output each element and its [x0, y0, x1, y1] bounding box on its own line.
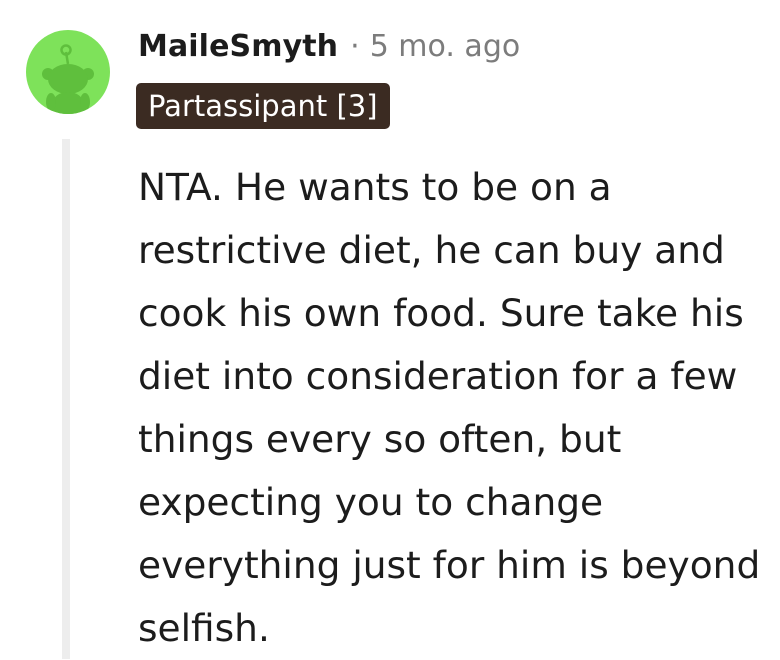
user-flair-badge: Partassipant [3] [136, 83, 390, 129]
reddit-snoo-icon [42, 44, 94, 114]
thread-line[interactable] [62, 139, 70, 659]
meta-separator: · [350, 28, 360, 64]
timestamp-link[interactable]: 5 mo. ago [370, 29, 521, 64]
comment-header: MaileSmyth · 5 mo. ago [138, 24, 520, 68]
comment-body: NTA. He wants to be on a restrictive die… [138, 165, 761, 650]
username-link[interactable]: MaileSmyth [138, 29, 338, 64]
avatar[interactable] [26, 30, 110, 114]
comment: MaileSmyth · 5 mo. ago Partassipant [3] … [0, 0, 780, 659]
